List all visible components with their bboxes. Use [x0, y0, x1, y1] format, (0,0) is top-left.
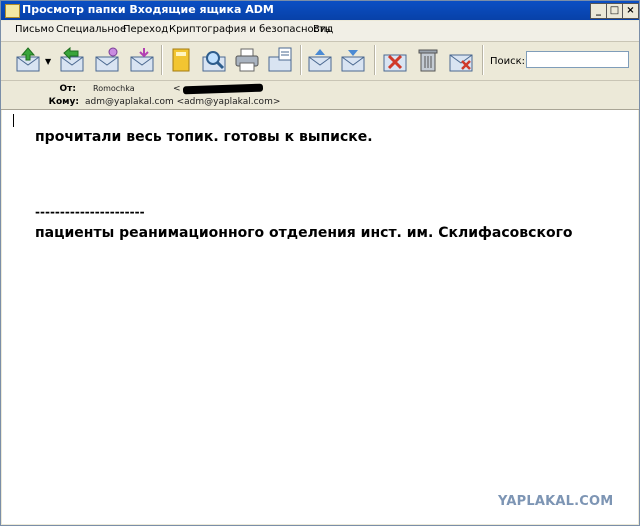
mark-spam-icon[interactable] [381, 46, 409, 74]
reply-icon[interactable] [58, 46, 86, 74]
toolbar-separator [161, 45, 163, 75]
compose-icon[interactable] [266, 46, 294, 74]
previous-message-icon[interactable] [306, 46, 334, 74]
maximize-button[interactable]: □ [606, 3, 623, 19]
message-separator: ---------------------- [35, 205, 145, 219]
minimize-button[interactable]: _ [590, 3, 607, 19]
delete-icon[interactable] [414, 46, 442, 74]
menu-special[interactable]: Специальное [56, 24, 126, 35]
toolbar-separator [300, 45, 302, 75]
toolbar-separator [374, 45, 376, 75]
menu-bar: Письмо Специальное Переход Криптография … [1, 21, 639, 42]
search-input[interactable] [526, 51, 629, 68]
message-line-1: прочитали весь топик. готовы к выписке. [35, 129, 373, 145]
menu-crypto[interactable]: Криптография и безопасность [169, 24, 331, 35]
reply-all-icon[interactable] [93, 46, 121, 74]
menu-view[interactable]: Вид [313, 24, 333, 35]
window-title: Просмотр папки Входящие ящика ADM [22, 3, 274, 16]
mail-window: Просмотр папки Входящие ящика ADM _ □ × … [0, 0, 640, 526]
message-line-3: пациенты реанимационного отделения инст.… [35, 225, 573, 241]
from-email[interactable]: < [173, 84, 181, 94]
to-value[interactable]: adm@yaplakal.com <adm@yaplakal.com> [85, 97, 280, 107]
to-label: Кому: [48, 97, 79, 107]
toolbar: ▼ Поиск: [1, 42, 639, 81]
close-button[interactable]: × [622, 3, 639, 19]
title-bar[interactable]: Просмотр папки Входящие ящика ADM _ □ × [1, 1, 639, 20]
from-label: От: [59, 84, 76, 94]
next-message-icon[interactable] [339, 46, 367, 74]
delete-forward-icon[interactable] [447, 46, 475, 74]
message-header: От: Romochka < Кому: adm@yaplakal.com <a… [1, 81, 639, 110]
get-mail-icon[interactable] [14, 46, 42, 74]
text-caret [13, 114, 14, 127]
forward-icon[interactable] [128, 46, 156, 74]
site-watermark: YAPLAKAL.COM [498, 494, 614, 509]
find-icon[interactable] [200, 46, 228, 74]
toolbar-separator [482, 45, 484, 75]
from-name[interactable]: Romochka [93, 84, 135, 93]
message-body[interactable] [2, 110, 638, 524]
dropdown-arrow-icon[interactable]: ▼ [45, 57, 51, 66]
search-label: Поиск: [490, 56, 526, 67]
menu-go[interactable]: Переход [123, 24, 168, 35]
address-book-icon[interactable] [167, 46, 195, 74]
menu-letter[interactable]: Письмо [15, 24, 54, 35]
envelope-icon [5, 4, 20, 18]
print-icon[interactable] [233, 46, 261, 74]
